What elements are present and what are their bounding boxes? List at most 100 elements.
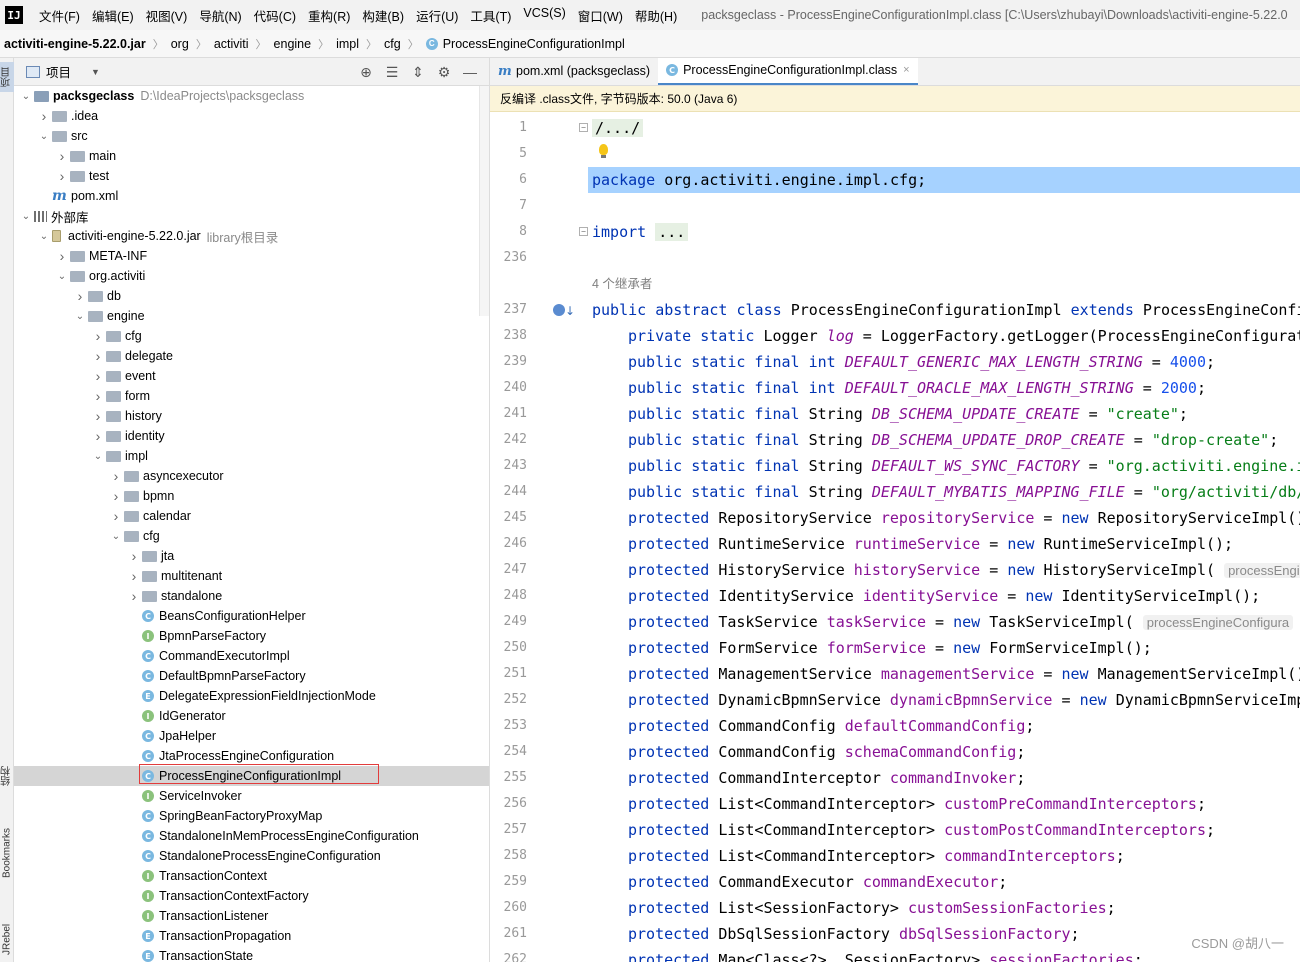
- chevron-right-icon[interactable]: ›: [126, 588, 142, 604]
- implementations-gutter-icon[interactable]: [553, 298, 575, 324]
- editor-tab[interactable]: C ProcessEngineConfigurationImpl.class ×: [658, 58, 918, 85]
- menu-item[interactable]: 运行(U): [410, 6, 464, 25]
- expand-all-icon[interactable]: ☰: [379, 64, 405, 81]
- chevron-right-icon[interactable]: ›: [90, 428, 106, 444]
- tree-node[interactable]: › META-INF: [14, 246, 489, 266]
- chevron-right-icon[interactable]: ›: [72, 288, 88, 304]
- menu-item[interactable]: 代码(C): [248, 6, 302, 25]
- menu-item[interactable]: 重构(R): [302, 6, 356, 25]
- tree-node[interactable]: ›IServiceInvoker: [14, 786, 489, 806]
- fold-icon[interactable]: −: [579, 123, 588, 132]
- folded-code[interactable]: ...: [655, 223, 689, 241]
- tree-node[interactable]: › history: [14, 406, 489, 426]
- chevron-down-icon[interactable]: ⌄: [54, 271, 70, 282]
- chevron-right-icon[interactable]: ›: [54, 148, 70, 164]
- chevron-down-icon[interactable]: ⌄: [36, 131, 52, 142]
- scrollbar[interactable]: [479, 86, 489, 316]
- chevron-right-icon[interactable]: ›: [90, 368, 106, 384]
- tree-node[interactable]: › asyncexecutor: [14, 466, 489, 486]
- tree-node[interactable]: ⌄ engine: [14, 306, 489, 326]
- tree-node[interactable]: › identity: [14, 426, 489, 446]
- folded-code[interactable]: /.../: [592, 119, 644, 137]
- chevron-down-icon[interactable]: ⌄: [18, 211, 34, 222]
- tree-node[interactable]: ›mpom.xml: [14, 186, 489, 206]
- menu-item[interactable]: 视图(V): [140, 6, 194, 25]
- chevron-down-icon[interactable]: ⌄: [18, 91, 34, 102]
- tree-node[interactable]: ›CJpaHelper: [14, 726, 489, 746]
- jrebel-tool-button[interactable]: JRebel: [0, 916, 14, 962]
- chevron-right-icon[interactable]: ›: [54, 168, 70, 184]
- tree-node[interactable]: ›CBeansConfigurationHelper: [14, 606, 489, 626]
- tree-node[interactable]: › .idea: [14, 106, 489, 126]
- tree-node[interactable]: ›IBpmnParseFactory: [14, 626, 489, 646]
- menu-item[interactable]: 窗口(W): [572, 6, 629, 25]
- tree-node[interactable]: ›CCommandExecutorImpl: [14, 646, 489, 666]
- chevron-right-icon[interactable]: ›: [36, 108, 52, 124]
- tree-node[interactable]: ›CSpringBeanFactoryProxyMap: [14, 806, 489, 826]
- tree-node[interactable]: › standalone: [14, 586, 489, 606]
- chevron-right-icon[interactable]: ›: [54, 248, 70, 264]
- tree-node[interactable]: ›ITransactionContextFactory: [14, 886, 489, 906]
- hide-panel-icon[interactable]: —: [457, 64, 483, 80]
- tree-node[interactable]: ›ETransactionState: [14, 946, 489, 962]
- gear-icon[interactable]: ⚙: [431, 64, 457, 81]
- menu-item[interactable]: 导航(N): [193, 6, 247, 25]
- chevron-down-icon[interactable]: ⌄: [90, 451, 106, 462]
- project-tool-button[interactable]: 项目: [0, 62, 14, 92]
- chevron-right-icon[interactable]: ›: [90, 348, 106, 364]
- chevron-right-icon[interactable]: ›: [126, 548, 142, 564]
- tree-node[interactable]: › delegate: [14, 346, 489, 366]
- chevron-down-icon[interactable]: ▼: [91, 67, 100, 77]
- tree-node[interactable]: ›CDefaultBpmnParseFactory: [14, 666, 489, 686]
- chevron-right-icon[interactable]: ›: [108, 468, 124, 484]
- project-view-selector[interactable]: 项目: [46, 62, 71, 81]
- tree-node[interactable]: › test: [14, 166, 489, 186]
- chevron-right-icon[interactable]: ›: [90, 328, 106, 344]
- menu-item[interactable]: VCS(S): [517, 6, 571, 25]
- tree-node[interactable]: › jta: [14, 546, 489, 566]
- tree-node[interactable]: › bpmn: [14, 486, 489, 506]
- breadcrumb-item[interactable]: org: [171, 37, 189, 51]
- tree-node[interactable]: › form: [14, 386, 489, 406]
- tree-node[interactable]: ›EDelegateExpressionFieldInjectionMode: [14, 686, 489, 706]
- tree-node[interactable]: ⌄ activiti-engine-5.22.0.jar library根目录: [14, 226, 489, 246]
- tree-node[interactable]: ⌄ packsgeclass D:\IdeaProjects\packsgeclas…: [14, 86, 489, 106]
- menu-item[interactable]: 编辑(E): [86, 6, 140, 25]
- tree-node[interactable]: ⌄ src: [14, 126, 489, 146]
- bookmarks-tool-button[interactable]: Bookmarks: [0, 818, 14, 888]
- menu-item[interactable]: 帮助(H): [629, 6, 683, 25]
- tree-node[interactable]: › multitenant: [14, 566, 489, 586]
- tree-node[interactable]: ›ITransactionListener: [14, 906, 489, 926]
- tree-node[interactable]: ⌄ impl: [14, 446, 489, 466]
- breadcrumb-item[interactable]: ProcessEngineConfigurationImpl: [443, 37, 625, 51]
- editor-tab[interactable]: m pom.xml (packsgeclass): [490, 58, 658, 85]
- lightbulb-icon[interactable]: [599, 144, 608, 158]
- tree-node[interactable]: ›CJtaProcessEngineConfiguration: [14, 746, 489, 766]
- chevron-down-icon[interactable]: ⌄: [36, 231, 52, 242]
- chevron-right-icon[interactable]: ›: [126, 568, 142, 584]
- chevron-right-icon[interactable]: ›: [108, 508, 124, 524]
- inheritors-hint[interactable]: 4 个继承者: [592, 271, 652, 297]
- tree-node[interactable]: ⌄ cfg: [14, 526, 489, 546]
- tree-node[interactable]: ›ITransactionContext: [14, 866, 489, 886]
- tree-node[interactable]: › calendar: [14, 506, 489, 526]
- menu-item[interactable]: 构建(B): [356, 6, 410, 25]
- breadcrumb-item[interactable]: activiti: [214, 37, 249, 51]
- chevron-down-icon[interactable]: ⌄: [108, 531, 124, 542]
- tree-node[interactable]: › event: [14, 366, 489, 386]
- chevron-right-icon[interactable]: ›: [90, 388, 106, 404]
- menu-item[interactable]: 文件(F): [33, 6, 86, 25]
- tree-node[interactable]: › main: [14, 146, 489, 166]
- tree-node[interactable]: ⌄ 外部库: [14, 206, 489, 226]
- breadcrumb-item[interactable]: impl: [336, 37, 359, 51]
- breadcrumb-item[interactable]: engine: [274, 37, 312, 51]
- tree-node[interactable]: ›CStandaloneInMemProcessEngineConfigurat…: [14, 826, 489, 846]
- tree-node[interactable]: ›CProcessEngineConfigurationImpl: [14, 766, 489, 786]
- fold-icon[interactable]: −: [579, 227, 588, 236]
- breadcrumb-item[interactable]: cfg: [384, 37, 401, 51]
- locate-file-icon[interactable]: ⊕: [353, 64, 379, 81]
- tree-node[interactable]: ›CStandaloneProcessEngineConfiguration: [14, 846, 489, 866]
- chevron-down-icon[interactable]: ⌄: [72, 311, 88, 322]
- collapse-all-icon[interactable]: ⇕: [405, 64, 431, 81]
- tree-node[interactable]: ›IIdGenerator: [14, 706, 489, 726]
